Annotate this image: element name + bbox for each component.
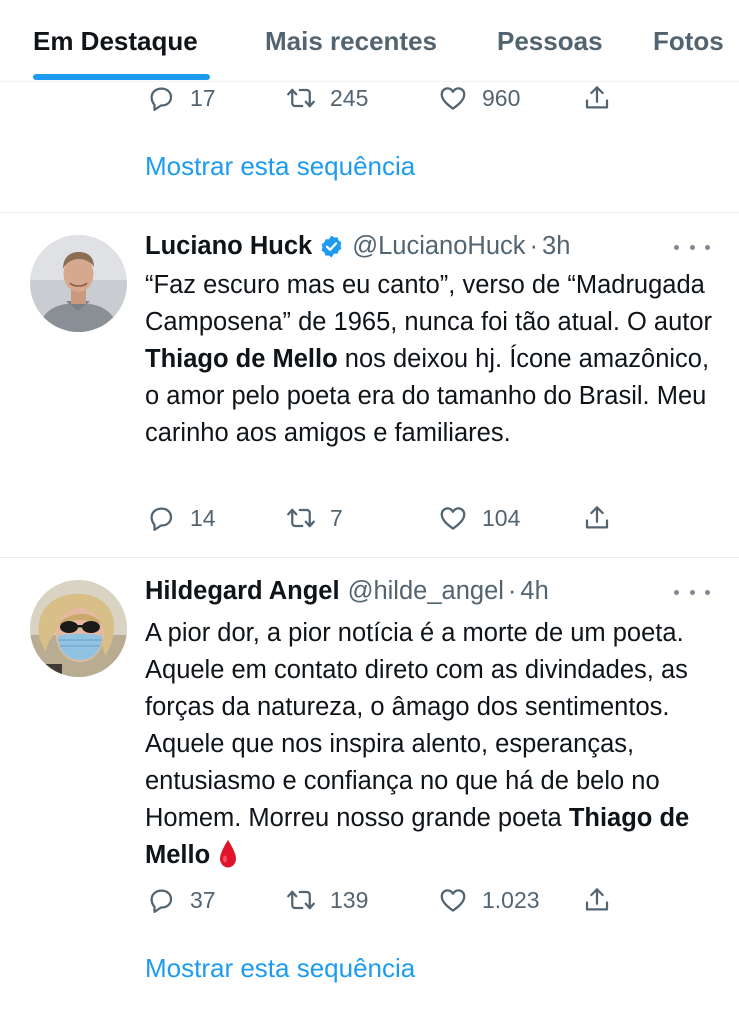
tweet-text: “Faz escuro mas eu canto”, verso de “Mad… bbox=[145, 267, 725, 452]
like-button[interactable]: 1.023 bbox=[438, 884, 540, 916]
tweet-actions: 37 139 1.023 bbox=[146, 884, 626, 916]
tab-fotos[interactable]: Fotos bbox=[653, 26, 724, 57]
reply-icon bbox=[146, 885, 176, 915]
separator-dot: · bbox=[529, 232, 539, 260]
divider bbox=[0, 212, 739, 213]
author-handle[interactable]: @LucianoHuck bbox=[352, 232, 525, 261]
like-count: 960 bbox=[482, 84, 521, 111]
avatar-hildegard-angel[interactable] bbox=[30, 580, 127, 677]
drop-of-blood-icon bbox=[220, 840, 237, 868]
reply-count: 14 bbox=[190, 504, 216, 531]
like-count: 1.023 bbox=[482, 886, 540, 913]
tweet-text-bold: Thiago de Mello bbox=[145, 345, 338, 373]
reply-button[interactable]: 37 bbox=[146, 884, 216, 916]
show-thread-link[interactable]: Mostrar esta sequência bbox=[145, 953, 415, 984]
like-icon bbox=[438, 885, 468, 915]
show-thread-link[interactable]: Mostrar esta sequência bbox=[145, 151, 415, 182]
reply-icon bbox=[146, 83, 176, 113]
retweet-count: 245 bbox=[330, 84, 369, 111]
active-tab-indicator bbox=[33, 74, 210, 80]
divider bbox=[0, 557, 739, 558]
tab-em-destaque[interactable]: Em Destaque bbox=[33, 26, 198, 57]
author-name[interactable]: Luciano Huck bbox=[145, 232, 312, 261]
retweet-icon bbox=[286, 83, 316, 113]
retweet-icon bbox=[286, 503, 316, 533]
share-button[interactable] bbox=[582, 502, 612, 534]
like-icon bbox=[438, 503, 468, 533]
share-icon bbox=[582, 503, 612, 533]
reply-count: 17 bbox=[190, 84, 216, 111]
like-count: 104 bbox=[482, 504, 521, 531]
tweet-time[interactable]: 3h bbox=[542, 232, 570, 261]
verified-badge-icon bbox=[321, 235, 342, 258]
tweet-time[interactable]: 4h bbox=[520, 577, 548, 606]
more-options-icon[interactable] bbox=[674, 582, 710, 602]
share-icon bbox=[582, 885, 612, 915]
reply-count: 37 bbox=[190, 886, 216, 913]
more-options-icon[interactable] bbox=[674, 237, 710, 257]
avatar-image bbox=[30, 580, 127, 677]
tab-mais-recentes[interactable]: Mais recentes bbox=[265, 26, 437, 57]
avatar-image bbox=[30, 235, 127, 332]
search-tabs: Em Destaque Mais recentes Pessoas Fotos bbox=[0, 0, 739, 82]
like-icon bbox=[438, 83, 468, 113]
retweet-button[interactable]: 245 bbox=[286, 82, 368, 114]
reply-icon bbox=[146, 503, 176, 533]
retweet-button[interactable]: 7 bbox=[286, 502, 343, 534]
avatar-luciano-huck[interactable] bbox=[30, 235, 127, 332]
author-name[interactable]: Hildegard Angel bbox=[145, 577, 340, 606]
share-button[interactable] bbox=[582, 884, 612, 916]
tweet-text-part: A pior dor, a pior notícia é a morte de … bbox=[145, 619, 688, 832]
like-button[interactable]: 960 bbox=[438, 82, 520, 114]
retweet-count: 139 bbox=[330, 886, 369, 913]
reply-button[interactable]: 17 bbox=[146, 82, 216, 114]
retweet-count: 7 bbox=[330, 504, 343, 531]
share-button[interactable] bbox=[582, 82, 612, 114]
like-button[interactable]: 104 bbox=[438, 502, 520, 534]
tab-pessoas[interactable]: Pessoas bbox=[497, 26, 603, 57]
retweet-icon bbox=[286, 885, 316, 915]
reply-button[interactable]: 14 bbox=[146, 502, 216, 534]
separator-dot: · bbox=[507, 577, 517, 605]
tweet-text-part: “Faz escuro mas eu canto”, verso de “Mad… bbox=[145, 271, 713, 336]
tweet-actions: 14 7 104 bbox=[146, 502, 626, 534]
retweet-button[interactable]: 139 bbox=[286, 884, 368, 916]
tweet-text: A pior dor, a pior notícia é a morte de … bbox=[145, 615, 725, 874]
author-handle[interactable]: @hilde_angel bbox=[348, 577, 504, 606]
tweet-actions: 17 245 960 bbox=[146, 82, 626, 114]
tweet-header: Hildegard Angel @hilde_angel · 4h bbox=[145, 577, 549, 606]
tweet-header: Luciano Huck @LucianoHuck · 3h bbox=[145, 232, 570, 261]
share-icon bbox=[582, 83, 612, 113]
